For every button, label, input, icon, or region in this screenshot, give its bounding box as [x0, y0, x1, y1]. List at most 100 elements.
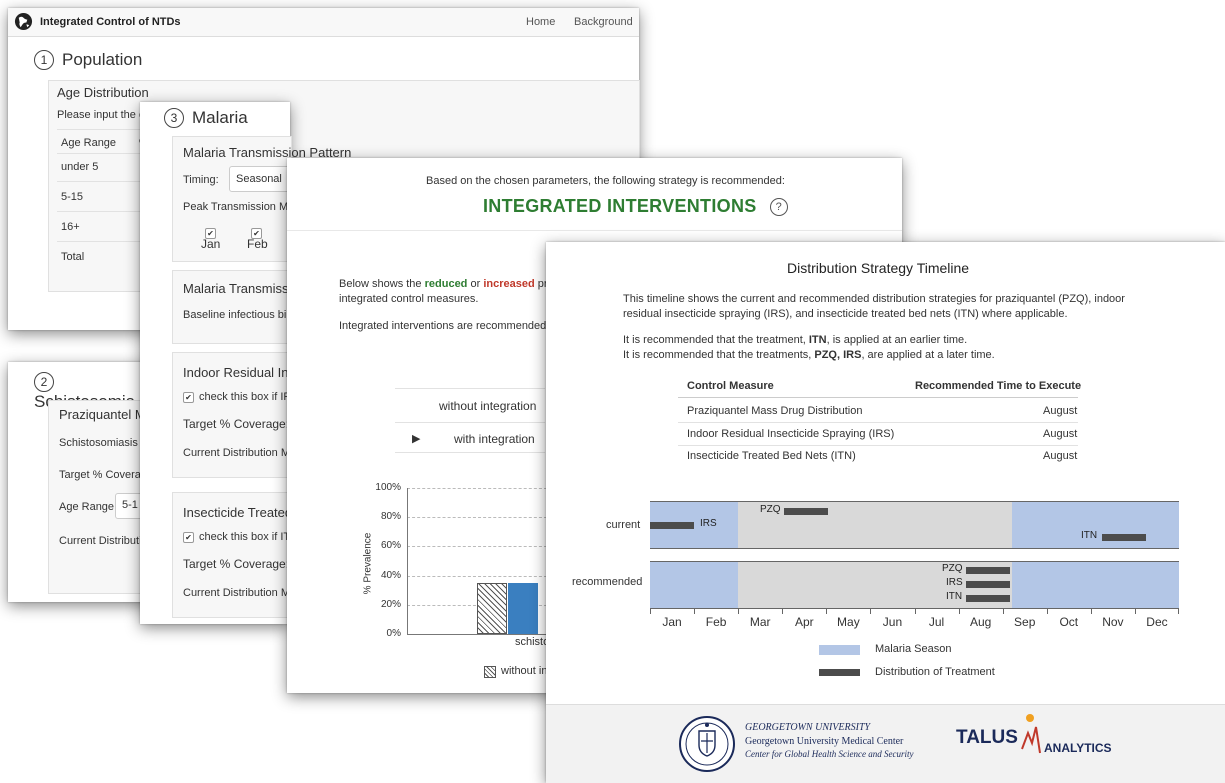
malaria-card: 3 Malaria Malaria Transmission Pattern Ti…: [140, 102, 351, 624]
nav-home[interactable]: Home: [526, 16, 555, 28]
y-tick-label: 0%: [386, 628, 401, 639]
timeline-card: Distribution Strategy Timeline This time…: [546, 242, 1225, 783]
month-axis: Jan Feb Mar Apr May Jun Jul Aug Sep Oct Nov Dec: [650, 608, 1179, 632]
prevalence-description-2: integrated control measures.: [339, 293, 479, 305]
y-tick-label: 20%: [380, 598, 401, 610]
subsection-title: Insecticide Treated: [183, 505, 293, 520]
table-row-time: August: [1043, 450, 1078, 462]
month-label: Dec: [1146, 615, 1168, 629]
current-timeline-row: IRS PZQ ITN: [650, 501, 1179, 549]
app-title[interactable]: Integrated Control of NTDs: [40, 16, 181, 28]
timing-select[interactable]: Seasonal: [229, 166, 293, 192]
treatment-bar-itn: [1102, 534, 1146, 541]
recommended-label-itn: ITN: [946, 591, 963, 602]
step-number: 1: [34, 50, 54, 70]
month-tick: [958, 608, 960, 614]
recommendation-earlier: It is recommended that the treatment, IT…: [623, 334, 968, 346]
irs-checkbox[interactable]: ✔ check this box if IR: [183, 391, 291, 403]
age-row-5-15: 5-15: [61, 191, 84, 203]
month-tick: [1002, 608, 1004, 614]
table-header-age-range: Age Range: [61, 137, 117, 149]
month-label: Sep: [1014, 615, 1036, 629]
prevalence-description: Below shows the reduced or increased pre…: [339, 278, 559, 290]
footer: GEORGETOWN UNIVERSITY Georgetown Univers…: [546, 704, 1225, 783]
itn-current-label: Current Distribution M: [183, 587, 290, 599]
legend-malaria-season: Malaria Season: [875, 643, 952, 655]
month-tick: [870, 608, 872, 614]
table-row-time: August: [1043, 405, 1078, 417]
itn-checkbox[interactable]: ✔ check this box if IT: [183, 531, 290, 543]
talus-analytics-text: ANALYTICS: [1044, 741, 1112, 755]
month-tick: [1134, 608, 1136, 614]
y-axis-line: [407, 488, 408, 634]
section-title-population: 1 Population: [34, 50, 142, 70]
help-icon[interactable]: ?: [769, 198, 788, 216]
timeline-title: Distribution Strategy Timeline: [787, 260, 970, 276]
georgetown-center: Georgetown University Medical Center: [745, 736, 904, 747]
table-header-measure: Control Measure: [687, 380, 774, 392]
talus-logo-text: TALUS: [956, 727, 1018, 748]
transmission-pattern-panel: Malaria Transmission Pattern Timing: Sea…: [172, 136, 351, 262]
y-tick-label: 80%: [380, 511, 401, 523]
treatment-bar-itn: [966, 595, 1010, 602]
legend-treatment-swatch: [819, 669, 860, 676]
recommendation-intro: Based on the chosen parameters, the foll…: [426, 175, 785, 187]
month-label: Jun: [882, 615, 903, 629]
gridline: [407, 634, 547, 635]
month-label: Oct: [1059, 615, 1079, 629]
timeline-description-2: residual insecticide spraying (IRS), and…: [623, 308, 1068, 320]
selected-arrow-icon: ▶: [412, 433, 421, 445]
age-row-16plus: 16+: [61, 221, 80, 233]
legend-hatch-swatch: [484, 666, 496, 678]
table-row-measure: Indoor Residual Insecticide Spraying (IR…: [687, 428, 895, 440]
timeline-description-1: This timeline shows the current and reco…: [623, 293, 1125, 305]
talus-figure-icon: [1020, 713, 1042, 762]
irs-panel: Indoor Residual In ✔ check this box if IR…: [172, 352, 292, 478]
top-navbar: Integrated Control of NTDs Home Backgrou…: [8, 8, 639, 37]
month-label: Feb: [705, 615, 727, 629]
gridline: [407, 488, 547, 489]
subsection-title: Malaria Transmiss: [183, 281, 289, 296]
table-row-time: August: [1043, 428, 1078, 440]
table-row-measure: Insecticide Treated Bed Nets (ITN): [687, 450, 856, 462]
option-without-integration[interactable]: without integration: [439, 399, 536, 413]
month-label: Mar: [749, 615, 771, 629]
georgetown-name: GEORGETOWN UNIVERSITY: [745, 722, 871, 733]
legend-malaria-swatch: [819, 645, 860, 655]
strategy-headline: INTEGRATED INTERVENTIONS ?: [483, 196, 788, 217]
nav-background[interactable]: Background: [574, 16, 633, 28]
month-tick: [694, 608, 696, 614]
month-tick: [914, 608, 916, 614]
step-number: 2: [34, 372, 54, 392]
option-with-integration[interactable]: with integration: [454, 432, 535, 446]
timing-label: Timing:: [183, 174, 219, 186]
gridline: [407, 517, 547, 519]
georgetown-seal-icon: [678, 713, 736, 780]
section-title-malaria: 3 Malaria: [164, 108, 248, 128]
current-label-itn: ITN: [1081, 530, 1098, 541]
table-row-measure: Praziquantel Mass Drug Distribution: [687, 405, 863, 417]
subsection-title: Age Distribution: [57, 85, 149, 100]
step-number: 3: [164, 108, 184, 128]
subsection-title: Indoor Residual In: [183, 365, 289, 380]
row-label-recommended: recommended: [572, 576, 643, 588]
month-tick: [1178, 608, 1179, 614]
row-label-current: current: [606, 519, 641, 531]
month-label: Nov: [1102, 615, 1124, 629]
current-label-pzq: PZQ: [760, 504, 781, 515]
itn-panel: Insecticide Treated ✔ check this box if I…: [172, 492, 292, 618]
recommended-timeline-row: PZQ IRS ITN: [650, 561, 1179, 609]
month-label: Apr: [794, 615, 814, 629]
instruction-text: Please input the cl: [57, 109, 147, 121]
treatment-bar-pzq: [966, 567, 1010, 574]
month-tick: [1090, 608, 1092, 614]
month-label-jan: Jan: [201, 237, 221, 251]
month-label: Aug: [969, 615, 992, 629]
itn-target-label: Target % Coverage:: [183, 557, 290, 571]
bar-with-integration: [508, 582, 538, 634]
y-tick-label: 60%: [380, 540, 401, 552]
schistosomiasis-card: 2Schistosomia Praziquantel M Schistosomi…: [8, 362, 161, 602]
month-label: Jan: [662, 615, 682, 629]
malaria-transmission-panel: Malaria Transmiss Baseline infectious bi: [172, 270, 292, 344]
gridline: [407, 575, 547, 577]
